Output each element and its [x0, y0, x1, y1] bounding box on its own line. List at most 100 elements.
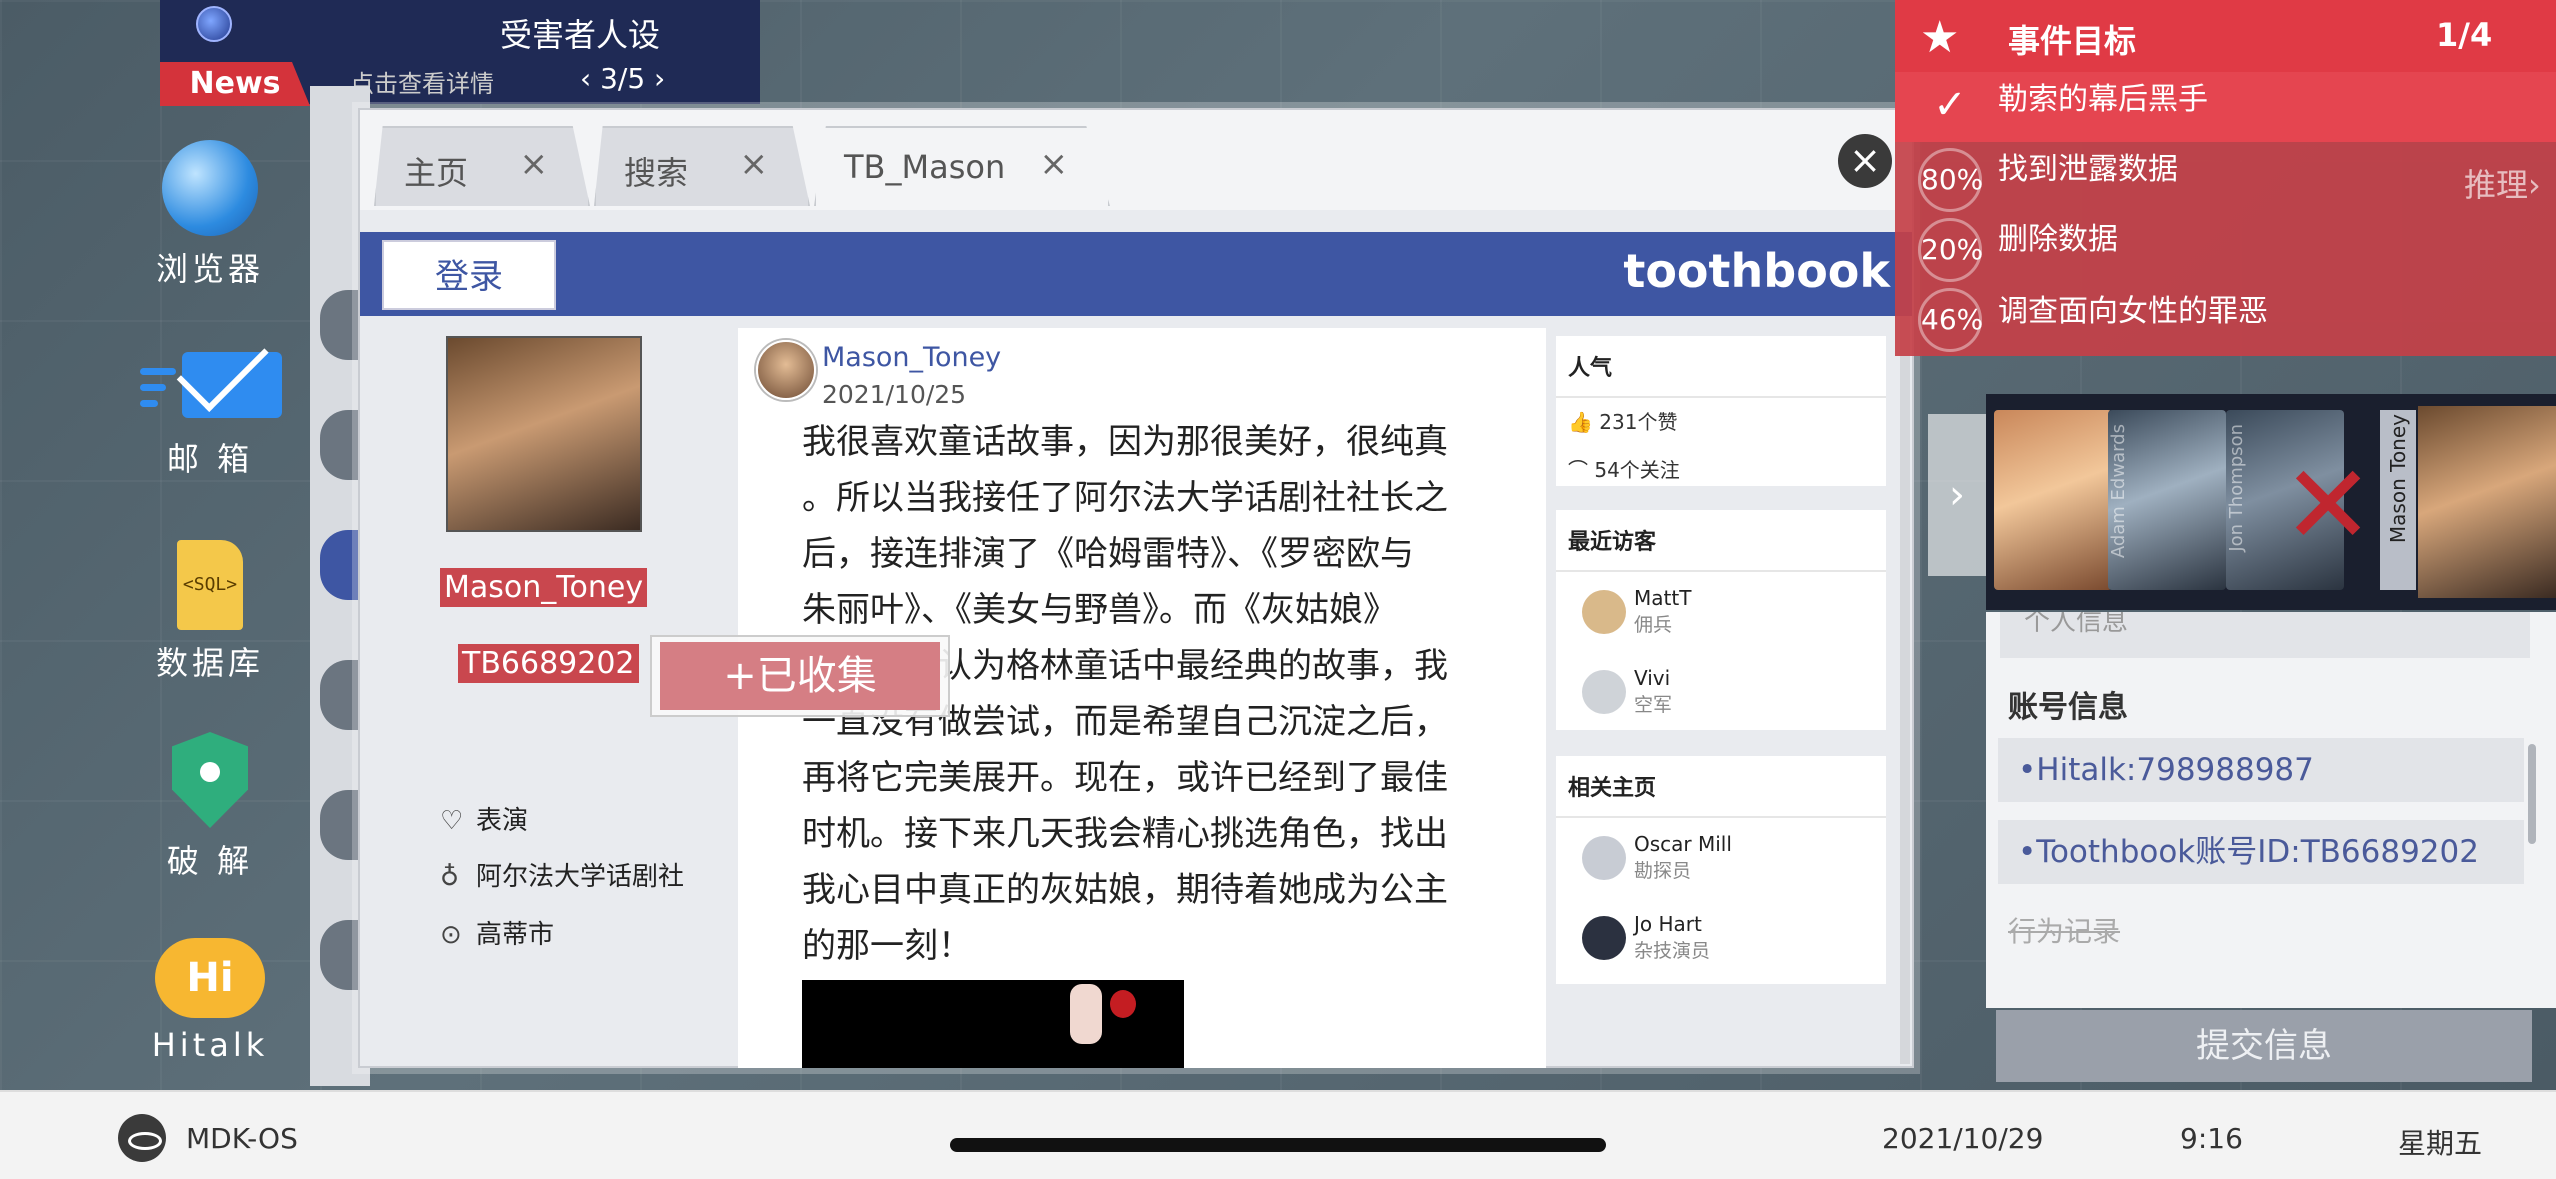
profile-avatar — [446, 336, 642, 532]
profile-name[interactable]: Mason_Toney — [440, 568, 648, 607]
account-item[interactable]: •Toothbook账号ID:TB6689202 — [1998, 820, 2524, 884]
objective-text: 勒索的幕后黑手 — [1998, 82, 2208, 117]
news-detail-link[interactable]: 点击查看详情 — [350, 64, 494, 99]
city-text: 高蒂市 — [476, 920, 555, 950]
tab-strip — [360, 110, 1912, 210]
visitor-name: Vivi — [1634, 666, 1671, 690]
taskbar-time: 9:16 — [2180, 1122, 2243, 1155]
hitalk-icon: Hi — [155, 938, 265, 1018]
character-card[interactable] — [1994, 410, 2112, 590]
objective-progress: 80% — [1918, 148, 1983, 212]
post-line: 我心目中真正的灰姑娘，期待着她成为公主 — [802, 870, 1448, 910]
dock-hitalk-label: Hitalk — [151, 1026, 269, 1064]
avatar — [1582, 670, 1626, 714]
panel-scrollbar[interactable] — [2528, 744, 2536, 844]
org-text: 阿尔法大学话剧社 — [476, 862, 685, 892]
account-item[interactable]: •Hitalk:798988987 — [1998, 738, 2524, 802]
window-close-button[interactable]: × — [1838, 134, 1892, 188]
visitors-card: 最近访客 MattT 佣兵 Vivi 空军 — [1556, 510, 1886, 730]
tab-search[interactable]: 搜索 × — [594, 126, 810, 206]
news-tag: News — [160, 62, 310, 106]
close-icon[interactable]: × — [1040, 144, 1069, 184]
visitor-item[interactable]: Vivi 空军 — [1556, 652, 1886, 732]
post-image[interactable] — [802, 980, 1184, 1068]
follows-row: ⌒ 54个关注 — [1556, 446, 1886, 494]
related-card: 相关主页 Oscar Mill 勘探员 Jo Hart 杂技演员 — [1556, 756, 1886, 984]
account-info-title: 账号信息 — [2008, 690, 2128, 725]
tab-home[interactable]: 主页 × — [374, 126, 590, 206]
objectives-title: 事件目标 — [2008, 22, 2137, 60]
objective-row[interactable] — [1895, 144, 2556, 214]
related-role: 杂技演员 — [1634, 940, 1711, 962]
likes-row: 👍 231个赞 — [1556, 398, 1886, 446]
post-line: 再将它完美展开。现在，或许已经到了最佳 — [802, 758, 1448, 798]
taskbar — [0, 1090, 2556, 1179]
objective-text: 删除数据 — [1998, 222, 2118, 257]
related-name: Jo Hart — [1634, 912, 1702, 936]
dock-hitalk[interactable]: Hi Hitalk — [130, 938, 290, 1064]
shield-key-icon — [172, 732, 248, 828]
objective-progress: 46% — [1918, 288, 1983, 352]
taskbar-day: 星期五 — [2398, 1127, 2483, 1160]
post-date: 2021/10/25 — [822, 380, 967, 409]
dock-database-label: 数据库 — [155, 644, 264, 682]
previous-item: 个人信息 — [2000, 612, 2530, 658]
dock-browser[interactable]: 浏览器 — [130, 140, 290, 290]
character-name: Jon Thompson — [2226, 424, 2247, 552]
star-icon: ★ — [1920, 12, 1960, 63]
page-scrollbar[interactable] — [1900, 316, 1910, 1064]
popularity-title: 人气 — [1556, 336, 1886, 398]
profile-id[interactable]: TB6689202 — [458, 644, 639, 683]
objectives-count: 1/4 — [2436, 16, 2493, 54]
dock-mail[interactable]: 邮 箱 — [130, 340, 290, 480]
news-pager[interactable]: ‹ 3/5 › — [580, 62, 665, 95]
dock-mail-label: 邮 箱 — [166, 440, 254, 478]
profile-city: ⊙ 高蒂市 — [440, 914, 554, 951]
character-name: Mason Toney — [2386, 414, 2410, 544]
post-author[interactable]: Mason_Toney — [822, 342, 1001, 373]
browser-window: 主页 × 搜索 × TB_Mason × × 登录 toothbook Maso… — [358, 108, 1914, 1068]
related-name: Oscar Mill — [1634, 832, 1732, 856]
submit-button[interactable]: 提交信息 — [1996, 1010, 2532, 1082]
check-icon: ✓ — [1933, 82, 1967, 128]
behavior-record-title: 行为记录 — [2008, 915, 2121, 948]
close-icon[interactable]: × — [740, 144, 769, 184]
globe-icon — [162, 140, 258, 236]
post-line: 的那一刻！ — [802, 926, 972, 966]
character-card-selected[interactable] — [2418, 406, 2556, 598]
avatar — [1582, 836, 1626, 880]
location-pin-icon: ⊙ — [440, 920, 462, 950]
collected-button[interactable]: +已收集 — [660, 642, 940, 710]
site-logo: toothbook — [1623, 244, 1890, 298]
globe-icon — [196, 6, 232, 42]
close-icon[interactable]: × — [520, 144, 549, 184]
visitor-item[interactable]: MattT 佣兵 — [1556, 572, 1886, 652]
post-line: 时机。接下来几天我会精心挑选角色，找出 — [802, 814, 1448, 854]
likes-text: 231个赞 — [1599, 410, 1678, 434]
rss-icon: ⌒ — [1568, 458, 1595, 482]
visitor-role: 空军 — [1634, 694, 1673, 716]
dock-crack[interactable]: 破 解 — [130, 732, 290, 882]
dock-database[interactable]: <SQL> 数据库 — [130, 540, 290, 684]
character-card[interactable]: Adam Edwards — [2108, 410, 2226, 590]
infer-button[interactable]: 推理› — [2464, 160, 2541, 206]
dock-browser-label: 浏览器 — [155, 250, 264, 288]
login-button[interactable]: 登录 — [382, 240, 556, 310]
objective-text: 调查面向女性的罪恶 — [1998, 294, 2268, 329]
chevron-right-icon[interactable]: › — [1928, 414, 1986, 576]
related-role: 勘探员 — [1634, 860, 1692, 882]
os-logo-icon[interactable] — [118, 1114, 166, 1162]
eliminated-x-icon: ✕ — [2282, 441, 2375, 569]
avatar — [1582, 916, 1626, 960]
tab-label: 主页 — [404, 154, 469, 192]
objective-row[interactable] — [1895, 214, 2556, 284]
post-line: 朱丽叶》、《美女与野兽》。而《灰姑娘》 — [802, 590, 1397, 630]
post-author-avatar[interactable] — [756, 340, 816, 400]
related-item[interactable]: Oscar Mill 勘探员 — [1556, 818, 1886, 898]
objective-row[interactable] — [1895, 72, 2556, 142]
tab-tb-mason[interactable]: TB_Mason × — [814, 126, 1110, 206]
related-item[interactable]: Jo Hart 杂技演员 — [1556, 898, 1886, 978]
visitors-title: 最近访客 — [1556, 510, 1886, 572]
medal-icon: ♁ — [440, 862, 460, 892]
home-indicator[interactable] — [950, 1138, 1606, 1152]
